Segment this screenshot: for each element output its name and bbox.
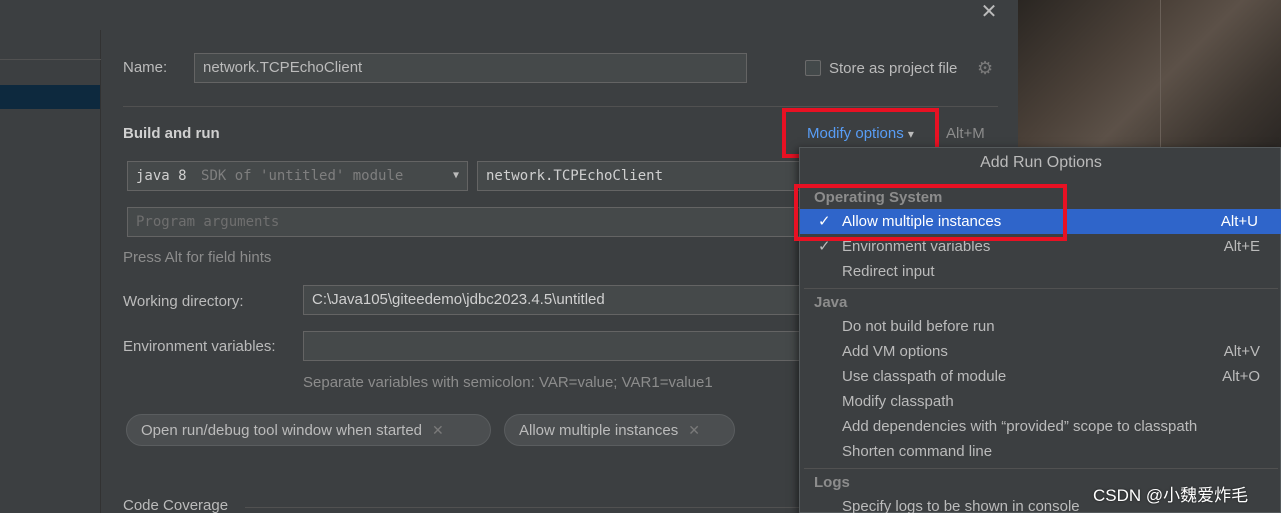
menu-item-label: Add dependencies with “provided” scope t…	[842, 418, 1198, 435]
working-directory-input[interactable]: C:\Java105\giteedemo\jdbc2023.4.5\untitl…	[303, 285, 807, 315]
menu-item-label: Specify logs to be shown in console	[842, 498, 1080, 513]
chip-label: Allow multiple instances	[519, 422, 679, 439]
menu-item-shortcut: Alt+V	[1223, 343, 1260, 360]
section-java: Java	[814, 294, 848, 311]
highlight-box-allow-multiple-instances	[794, 184, 1067, 241]
working-directory-label: Working directory:	[123, 293, 244, 310]
code-coverage-title: Code Coverage	[123, 497, 229, 513]
remove-chip-icon[interactable]: ✕	[688, 422, 700, 438]
sdk-name: java 8	[136, 168, 187, 184]
environment-variables-input[interactable]	[303, 331, 807, 361]
menu-item-do-not-build[interactable]: Do not build before run	[800, 314, 1281, 339]
name-input[interactable]: network.TCPEchoClient	[194, 53, 747, 83]
chip-allow-multiple-instances: Allow multiple instances ✕	[504, 414, 735, 446]
section-logs: Logs	[814, 474, 850, 491]
store-as-project-file-label: Store as project file	[829, 60, 958, 77]
menu-item-shortcut: Alt+U	[1220, 213, 1258, 230]
dialog-title-bar	[0, 0, 1018, 30]
menu-item-add-vm-options[interactable]: Add VM options Alt+V	[800, 339, 1281, 364]
main-class-input[interactable]: network.TCPEchoClient	[477, 161, 807, 191]
menu-item-shortcut: Alt+O	[1222, 368, 1260, 385]
menu-item-label: Add VM options	[842, 343, 948, 360]
menu-item-shortcut: Alt+E	[1223, 238, 1260, 255]
chip-label: Open run/debug tool window when started	[141, 422, 423, 439]
menu-item-label: Modify classpath	[842, 393, 954, 410]
environment-variables-label: Environment variables:	[123, 338, 276, 355]
menu-item-label: Use classpath of module	[842, 368, 1007, 385]
gear-icon[interactable]: ⚙	[977, 59, 993, 77]
tree-toolbar-divider	[0, 59, 101, 60]
program-arguments-input[interactable]: Program arguments	[127, 207, 807, 237]
name-label: Name:	[123, 59, 168, 76]
tree-selected-item[interactable]	[0, 85, 100, 109]
menu-item-modify-classpath[interactable]: Modify classpath	[800, 389, 1281, 414]
remove-chip-icon[interactable]: ✕	[432, 422, 444, 438]
close-icon[interactable]: ✕	[978, 1, 1000, 23]
section-separator	[123, 106, 998, 107]
sdk-description: SDK of 'untitled' module	[201, 168, 404, 184]
field-hints-text: Press Alt for field hints	[123, 249, 272, 266]
menu-item-add-provided-dependencies[interactable]: Add dependencies with “provided” scope t…	[800, 414, 1281, 439]
dropdown-arrow-icon: ▼	[452, 170, 459, 181]
code-coverage-separator	[245, 507, 805, 508]
build-and-run-title: Build and run	[123, 125, 220, 142]
modify-options-shortcut: Alt+M	[946, 125, 985, 142]
background-photo	[1018, 0, 1281, 147]
menu-item-use-classpath-of-module[interactable]: Use classpath of module Alt+O	[800, 364, 1281, 389]
menu-item-label: Redirect input	[842, 263, 935, 280]
menu-item-label: Shorten command line	[842, 443, 993, 460]
sdk-select[interactable]: java 8 SDK of 'untitled' module ▼	[127, 161, 468, 191]
menu-item-redirect-input[interactable]: Redirect input	[800, 259, 1281, 284]
watermark-text: CSDN @小魏爱炸毛	[1093, 486, 1249, 505]
menu-divider	[804, 288, 1278, 289]
chip-open-tool-window: Open run/debug tool window when started ✕	[126, 414, 491, 446]
menu-item-label: Do not build before run	[842, 318, 995, 335]
store-as-project-file-checkbox[interactable]	[805, 60, 821, 76]
popup-title: Add Run Options	[980, 154, 1102, 171]
background-photo-edge	[1160, 0, 1161, 147]
menu-item-shorten-command-line[interactable]: Shorten command line	[800, 439, 1281, 464]
menu-divider	[804, 468, 1278, 469]
environment-variables-hint: Separate variables with semicolon: VAR=v…	[303, 374, 713, 391]
